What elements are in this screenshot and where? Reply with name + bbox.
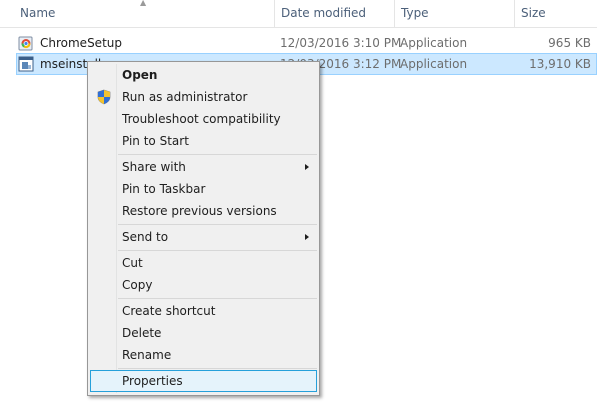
menu-item-open[interactable]: Open xyxy=(90,64,317,86)
sort-ascending-icon: ▲ xyxy=(140,0,147,7)
menu-separator xyxy=(118,298,317,299)
column-header: Name ▲ Date modified Type Size xyxy=(0,0,597,28)
uac-shield-icon xyxy=(97,89,111,105)
menu-item-restore-previous-versions[interactable]: Restore previous versions xyxy=(90,200,317,222)
menu-item-rename[interactable]: Rename xyxy=(90,344,317,366)
menu-item-label: Share with xyxy=(122,160,186,174)
menu-item-troubleshoot-compatibility[interactable]: Troubleshoot compatibility xyxy=(90,108,317,130)
file-size: 965 KB xyxy=(548,36,591,50)
file-type: Application xyxy=(400,57,468,71)
menu-item-label: Run as administrator xyxy=(122,90,248,104)
file-size: 13,910 KB xyxy=(529,57,591,71)
menu-item-label: Open xyxy=(122,68,158,82)
menu-separator xyxy=(118,154,317,155)
file-row-chromesetup[interactable]: ChromeSetup 12/03/2016 3:10 PM Applicati… xyxy=(16,32,597,54)
column-size[interactable]: Size xyxy=(515,0,597,27)
menu-item-run-as-administrator[interactable]: Run as administrator xyxy=(90,86,317,108)
column-type[interactable]: Type xyxy=(395,0,515,27)
menu-item-share-with[interactable]: Share with xyxy=(90,156,317,178)
installer-icon xyxy=(18,56,34,72)
menu-separator xyxy=(118,250,317,251)
menu-item-pin-to-taskbar[interactable]: Pin to Taskbar xyxy=(90,178,317,200)
chrome-setup-icon xyxy=(18,36,33,51)
menu-item-create-shortcut[interactable]: Create shortcut xyxy=(90,300,317,322)
menu-item-label: Restore previous versions xyxy=(122,204,277,218)
menu-item-label: Rename xyxy=(122,348,172,362)
menu-item-label: Pin to Start xyxy=(122,134,189,148)
menu-item-label: Troubleshoot compatibility xyxy=(122,112,281,126)
menu-separator xyxy=(118,224,317,225)
menu-item-label: Cut xyxy=(122,256,143,270)
menu-item-pin-to-start[interactable]: Pin to Start xyxy=(90,130,317,152)
menu-item-cut[interactable]: Cut xyxy=(90,252,317,274)
menu-item-label: Send to xyxy=(122,230,169,244)
submenu-arrow-icon xyxy=(305,164,309,170)
menu-item-delete[interactable]: Delete xyxy=(90,322,317,344)
menu-item-label: Pin to Taskbar xyxy=(122,182,206,196)
column-date-modified[interactable]: Date modified xyxy=(275,0,395,27)
menu-item-send-to[interactable]: Send to xyxy=(90,226,317,248)
menu-item-copy[interactable]: Copy xyxy=(90,274,317,296)
menu-item-label: Properties xyxy=(122,374,183,388)
submenu-arrow-icon xyxy=(305,234,309,240)
menu-item-label: Create shortcut xyxy=(122,304,216,318)
file-type: Application xyxy=(400,36,468,50)
file-name: ChromeSetup xyxy=(40,36,122,50)
menu-item-label: Copy xyxy=(122,278,153,292)
context-menu: Open Run as administrator Troubleshoot c… xyxy=(87,61,320,396)
file-date: 12/03/2016 3:10 PM xyxy=(280,36,402,50)
menu-item-label: Delete xyxy=(122,326,162,340)
menu-separator xyxy=(118,368,317,369)
menu-item-properties[interactable]: Properties xyxy=(90,370,317,392)
